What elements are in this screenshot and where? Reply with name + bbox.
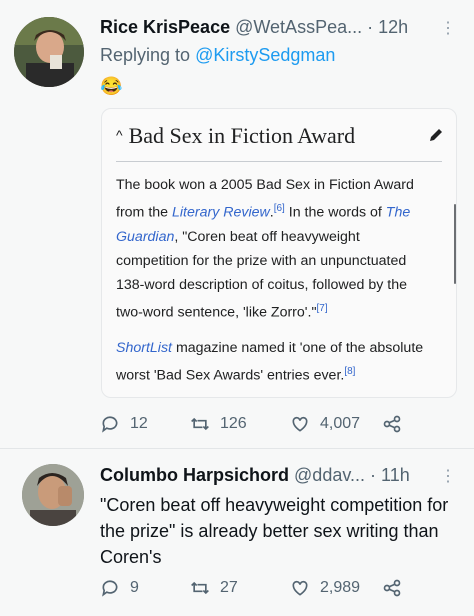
reply-count: 12 [130, 415, 148, 432]
wiki-title-text: Bad Sex in Fiction Award [128, 123, 356, 148]
tweet-header: Rice KrisPeace @WetAssPea... · 12h [100, 17, 408, 38]
wiki-ref: [7] [316, 302, 328, 314]
wiki-ref: [8] [344, 366, 356, 378]
wiki-section-title: ^ Bad Sex in Fiction Award [116, 123, 355, 149]
more-icon[interactable]: ⋮ [440, 466, 456, 486]
share-button[interactable] [382, 578, 412, 598]
retweet-count: 27 [220, 579, 238, 596]
wiki-paragraph-2: ShortList magazine named it 'one of the … [116, 336, 436, 388]
share-button[interactable] [382, 414, 412, 434]
tweet-rice-krispeace[interactable]: Rice KrisPeace @WetAssPea... · 12h ⋮ Rep… [0, 0, 474, 448]
replying-to: Replying to @KirstySedgman [100, 45, 335, 66]
like-count: 4,007 [320, 415, 361, 432]
reply-icon [102, 416, 118, 433]
more-icon[interactable]: ⋮ [440, 18, 456, 38]
wiki-ref: [6] [273, 203, 285, 214]
retweet-icon [191, 417, 209, 431]
wiki-body: The book won a 2005 Bad Sex in Fiction A… [116, 173, 436, 400]
wiki-link-literary-review: Literary Review [171, 204, 270, 221]
separator-dot: · [370, 465, 377, 485]
like-icon [292, 416, 308, 432]
like-button[interactable]: 2,989 [290, 578, 360, 598]
like-count: 2,989 [320, 579, 361, 596]
wiki-paragraph-1: The book won a 2005 Bad Sex in Fiction A… [116, 173, 436, 324]
replying-to-link[interactable]: @KirstySedgman [195, 45, 335, 65]
retweet-button[interactable]: 27 [190, 578, 238, 598]
wikipedia-screenshot-card[interactable]: ^ Bad Sex in Fiction Award The book won a… [101, 108, 457, 398]
retweet-count: 126 [220, 415, 247, 432]
wiki-link-shortlist: ShortList [116, 340, 172, 357]
like-button[interactable]: 4,007 [290, 414, 360, 434]
separator-dot: · [367, 17, 374, 37]
timestamp[interactable]: 11h [381, 465, 410, 485]
like-icon [292, 580, 308, 596]
avatar[interactable] [22, 464, 84, 526]
avatar[interactable] [14, 17, 84, 87]
user-handle[interactable]: @ddav... [294, 465, 365, 485]
reply-button[interactable]: 12 [100, 414, 148, 434]
user-handle[interactable]: @WetAssPea... [235, 17, 362, 37]
reply-icon [102, 580, 118, 597]
retweet-button[interactable]: 126 [190, 414, 247, 434]
wiki-text: In the words of [284, 204, 386, 221]
collapse-chevron-icon: ^ [116, 127, 123, 143]
timestamp[interactable]: 12h [378, 17, 408, 37]
tweet-text: "Coren beat off heavyweight competition … [100, 495, 449, 567]
tweet-header: Columbo Harpsichord @ddav... · 11h [100, 465, 410, 486]
replying-prefix: Replying to [100, 45, 191, 65]
display-name[interactable]: Rice KrisPeace [100, 17, 230, 37]
scrollbar [454, 204, 456, 284]
pencil-icon [430, 129, 442, 141]
retweet-icon [191, 581, 209, 595]
display-name[interactable]: Columbo Harpsichord [100, 465, 289, 485]
reply-button[interactable]: 9 [100, 578, 139, 598]
reply-count: 9 [130, 579, 139, 596]
share-icon [383, 415, 401, 433]
tweet-emoji: 😂 [100, 76, 123, 96]
wiki-divider [116, 161, 442, 162]
share-icon [383, 579, 401, 597]
